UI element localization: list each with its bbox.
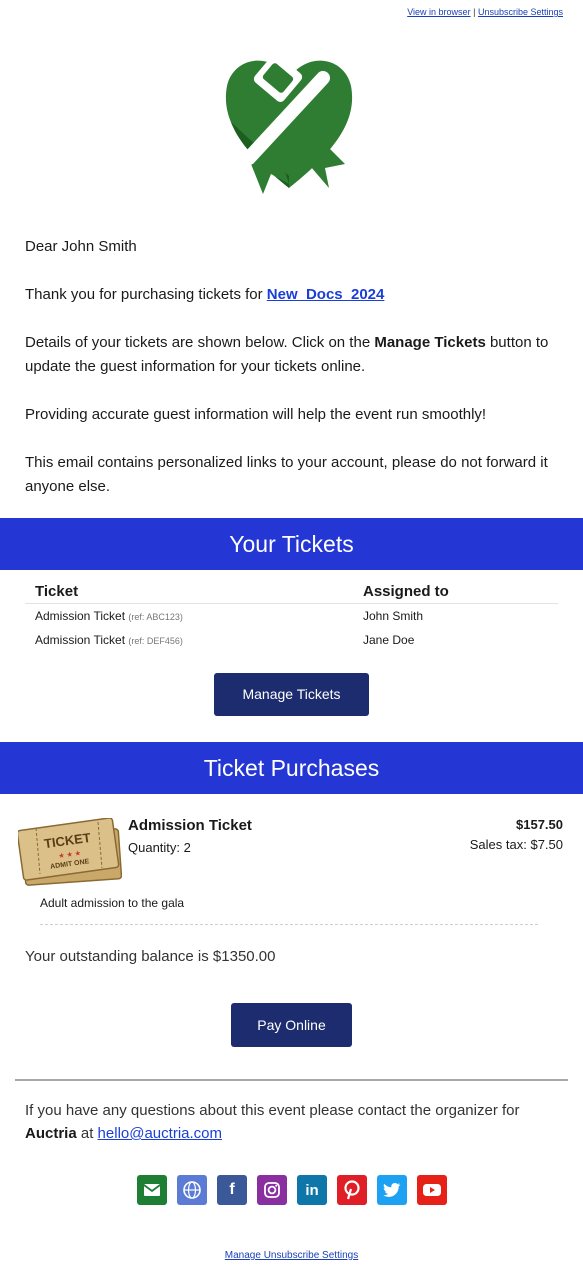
link-separator: | <box>473 7 476 17</box>
your-tickets-heading: Your Tickets <box>0 518 583 570</box>
details-bold: Manage Tickets <box>374 334 486 351</box>
ticket-ref: (ref: ABC123) <box>128 612 183 622</box>
organizer-email-link[interactable]: hello@auctria.com <box>98 1125 222 1142</box>
instagram-icon[interactable] <box>257 1175 287 1205</box>
dashed-divider <box>40 924 538 925</box>
manage-tickets-button[interactable]: Manage Tickets <box>214 673 369 716</box>
accuracy-paragraph: Providing accurate guest information wil… <box>25 406 487 423</box>
ticket-cell: Admission Ticket (ref: ABC123) <box>25 609 363 623</box>
outstanding-balance: Your outstanding balance is $1350.00 <box>25 948 276 965</box>
facebook-icon[interactable]: f <box>217 1175 247 1205</box>
top-links: View in browser | Unsubscribe Settings <box>407 7 563 17</box>
table-row: Admission Ticket (ref: DEF456) Jane Doe <box>25 628 558 652</box>
twitter-icon[interactable] <box>377 1175 407 1205</box>
purchase-item-name: Admission Ticket <box>128 817 252 834</box>
pinterest-icon[interactable] <box>337 1175 367 1205</box>
greeting: Dear John Smith <box>25 238 137 255</box>
footer-links: Manage Unsubscribe Settings <box>0 1250 583 1261</box>
unsubscribe-settings-link[interactable]: Unsubscribe Settings <box>478 7 563 17</box>
details-paragraph: Details of your tickets are shown below.… <box>25 331 555 379</box>
linkedin-icon[interactable]: in <box>297 1175 327 1205</box>
thank-you-line: Thank you for purchasing tickets for New… <box>25 283 555 307</box>
details-prefix: Details of your tickets are shown below.… <box>25 334 375 351</box>
ticket-cell: Admission Ticket (ref: DEF456) <box>25 633 363 647</box>
ticket-name: Admission Ticket <box>35 633 126 647</box>
heart-ribbon-logo-icon <box>225 54 353 194</box>
purchase-description: Adult admission to the gala <box>40 896 185 910</box>
organizer-name: Auctria <box>25 1125 77 1142</box>
purchase-item: TICKET ★ ★ ★ ADMIT ONE Admission Ticket … <box>18 814 565 886</box>
table-row: Admission Ticket (ref: ABC123) John Smit… <box>25 604 558 628</box>
view-in-browser-link[interactable]: View in browser <box>407 7 470 17</box>
purchase-price: $157.50 <box>516 817 563 832</box>
ticket-stub-icon: TICKET ★ ★ ★ ADMIT ONE <box>18 818 122 886</box>
contact-at: at <box>76 1125 98 1142</box>
footer-divider <box>15 1079 568 1081</box>
ticket-column-header: Ticket <box>35 583 79 600</box>
ticket-ref: (ref: DEF456) <box>128 636 183 646</box>
social-icons: f in <box>137 1175 447 1205</box>
assigned-column-header: Assigned to <box>363 583 449 600</box>
youtube-icon[interactable] <box>417 1175 447 1205</box>
contact-prefix: If you have any questions about this eve… <box>25 1102 520 1119</box>
intro-text: Dear John Smith Thank you for purchasing… <box>25 235 555 523</box>
email-icon[interactable] <box>137 1175 167 1205</box>
pay-online-button[interactable]: Pay Online <box>231 1003 352 1047</box>
purchase-sales-tax: Sales tax: $7.50 <box>469 837 563 852</box>
contact-text: If you have any questions about this eve… <box>25 1099 560 1145</box>
ticket-name: Admission Ticket <box>35 609 126 623</box>
personalized-paragraph: This email contains personalized links t… <box>25 454 548 495</box>
assigned-cell: John Smith <box>363 609 424 623</box>
event-link[interactable]: New_Docs_2024 <box>267 286 385 303</box>
purchase-quantity: Quantity: 2 <box>128 840 191 855</box>
tickets-table-header: Ticket Assigned to <box>25 580 558 604</box>
thank-you-text: Thank you for purchasing tickets for <box>25 286 267 303</box>
ticket-purchases-heading: Ticket Purchases <box>0 742 583 794</box>
assigned-cell: Jane Doe <box>363 633 415 647</box>
website-icon[interactable] <box>177 1175 207 1205</box>
tickets-table: Ticket Assigned to Admission Ticket (ref… <box>25 580 558 652</box>
manage-unsubscribe-link[interactable]: Manage Unsubscribe Settings <box>225 1250 358 1261</box>
